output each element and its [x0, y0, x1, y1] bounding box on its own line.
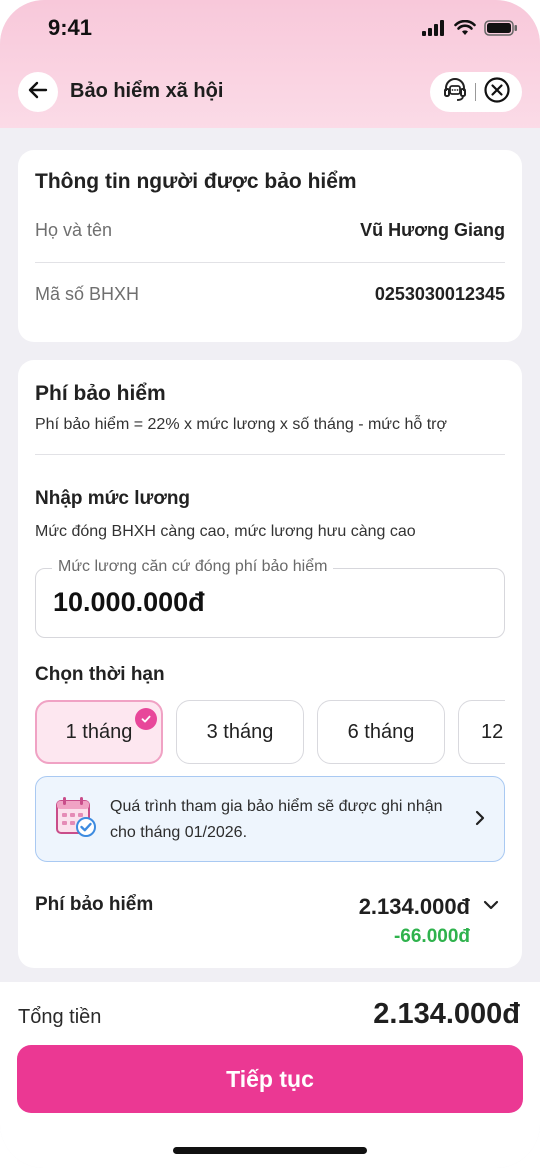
- back-button[interactable]: [18, 72, 58, 112]
- term-option-1-month[interactable]: 1 tháng: [35, 700, 163, 764]
- phone-screen: 9:41 Bảo hiểm xã hội Thông tin người đượ…: [0, 0, 540, 1168]
- term-option-label: 3 tháng: [206, 720, 274, 743]
- section-divider: [35, 454, 505, 455]
- salary-section-title: Nhập mức lương: [35, 488, 191, 509]
- premium-card: Phí bảo hiểm Phí bảo hiểm = 22% x mức lư…: [18, 360, 522, 968]
- status-time: 9:41: [48, 15, 93, 40]
- fee-discount: -66.000đ: [393, 926, 470, 947]
- term-option-label: 12 tháng: [481, 720, 505, 743]
- coverage-info-text: Quá trình tham gia bảo hiểm sẽ được ghi …: [110, 798, 443, 841]
- chevron-down-icon[interactable]: [482, 898, 500, 917]
- close-icon[interactable]: [483, 76, 511, 109]
- name-value: Vũ Hương Giang: [360, 220, 505, 240]
- premium-formula: Phí bảo hiểm = 22% x mức lương x số thán…: [35, 416, 447, 433]
- home-indicator: [173, 1147, 367, 1154]
- total-value: 2.134.000đ: [373, 998, 520, 1030]
- term-options: 1 tháng 3 tháng 6 tháng 12 tháng: [35, 700, 505, 766]
- signal-icon: [422, 20, 446, 41]
- chevron-right-icon: [474, 809, 486, 832]
- term-option-3-months[interactable]: 3 tháng: [176, 700, 304, 764]
- continue-button[interactable]: Tiếp tục: [17, 1045, 523, 1113]
- insured-info-card: Thông tin người được bảo hiểm Họ và tên …: [18, 150, 522, 342]
- salary-input-value: 10.000.000đ: [53, 587, 205, 617]
- app-header: Bảo hiểm xã hội: [0, 70, 540, 114]
- support-headset-icon[interactable]: [442, 77, 468, 108]
- header-action-group: [430, 72, 522, 112]
- social-insurance-code-value: 0253030012345: [374, 284, 505, 304]
- coverage-info-banner[interactable]: Quá trình tham gia bảo hiểm sẽ được ghi …: [35, 776, 505, 862]
- checkout-panel: Tổng tiền 2.134.000đ Tiếp tục: [0, 982, 540, 1168]
- premium-title: Phí bảo hiểm: [35, 382, 166, 405]
- salary-input-label: Mức lương căn cứ đóng phí bảo hiểm: [52, 558, 334, 576]
- name-label: Họ và tên: [35, 220, 113, 240]
- salary-input[interactable]: Mức lương căn cứ đóng phí bảo hiểm 10.00…: [35, 558, 505, 638]
- term-option-12-months[interactable]: 12 tháng: [458, 700, 505, 764]
- wifi-icon: [454, 19, 476, 41]
- back-arrow-icon: [27, 79, 49, 106]
- fee-value: 2.134.000đ: [358, 894, 470, 919]
- term-option-6-months[interactable]: 6 tháng: [317, 700, 445, 764]
- row-divider: [35, 262, 505, 263]
- battery-icon: [484, 20, 518, 41]
- page-title: Bảo hiểm xã hội: [70, 80, 224, 102]
- term-section-title: Chọn thời hạn: [35, 664, 165, 685]
- status-icons: [422, 19, 518, 41]
- insured-info-title: Thông tin người được bảo hiểm: [35, 170, 357, 193]
- salary-section-hint: Mức đóng BHXH càng cao, mức lương hưu cà…: [35, 523, 416, 540]
- check-icon: [135, 708, 157, 730]
- total-label: Tổng tiền: [18, 1006, 102, 1028]
- status-bar: 9:41: [0, 0, 540, 60]
- header-divider: [474, 83, 476, 101]
- term-option-label: 1 tháng: [65, 720, 133, 743]
- calendar-check-icon: [52, 793, 100, 841]
- term-option-label: 6 tháng: [347, 720, 415, 743]
- social-insurance-code-label: Mã số BHXH: [35, 284, 140, 304]
- fee-label: Phí bảo hiểm: [35, 894, 154, 915]
